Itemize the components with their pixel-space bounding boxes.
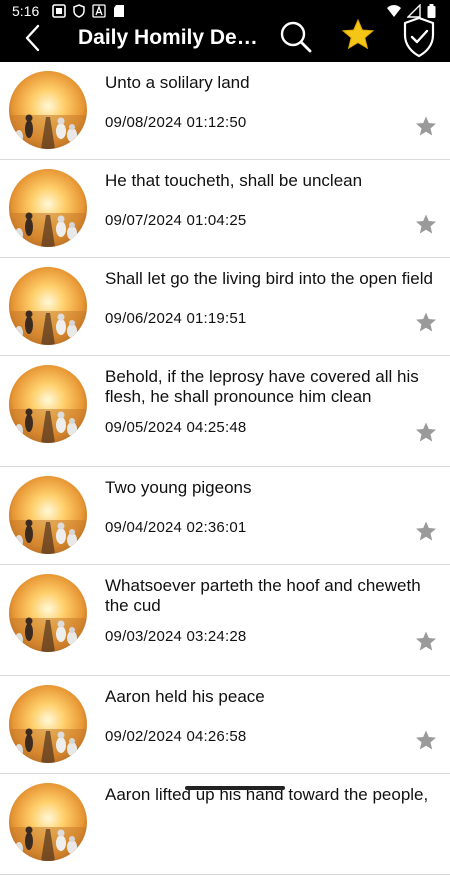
homily-thumbnail (9, 476, 87, 554)
homily-thumbnail (9, 267, 87, 345)
homily-title: Aaron held his peace (105, 687, 265, 706)
text-a-icon (92, 4, 106, 18)
favorite-star-button[interactable] (415, 729, 437, 751)
status-time: 5:16 (12, 3, 40, 19)
list-item[interactable]: Behold, if the leprosy have covered all … (0, 356, 450, 467)
favorite-star-button[interactable] (415, 311, 437, 333)
star-icon (416, 422, 436, 442)
star-icon (416, 631, 436, 651)
homily-date: 09/05/2024 04:25:48 (105, 419, 247, 436)
star-icon (416, 521, 436, 541)
star-icon (341, 18, 375, 50)
homily-date: 09/03/2024 03:24:28 (105, 628, 247, 645)
search-icon (280, 21, 312, 53)
homily-date: 09/08/2024 01:12:50 (105, 114, 247, 131)
star-icon (416, 312, 436, 332)
chevron-left-icon (25, 24, 40, 52)
homily-date: 09/02/2024 04:26:58 (105, 728, 247, 745)
homily-thumbnail (9, 169, 87, 247)
homily-title: Two young pigeons (105, 478, 252, 497)
favorite-star-button[interactable] (415, 630, 437, 652)
homily-title: Whatsoever parteth the hoof and cheweth … (105, 576, 421, 615)
homily-list: Unto a solilary land 09/08/2024 01:12:50 H… (0, 62, 450, 875)
favorite-star-button[interactable] (415, 115, 437, 137)
favorite-star-button[interactable] (415, 520, 437, 542)
homily-thumbnail (9, 685, 87, 763)
list-item[interactable]: Unto a solilary land 09/08/2024 01:12:50 (0, 62, 450, 160)
homily-title: Unto a solilary land (105, 73, 250, 92)
homily-title: Behold, if the leprosy have covered all … (105, 367, 419, 406)
list-item[interactable]: He that toucheth, shall be unclean 09/07/… (0, 160, 450, 258)
wifi-icon (387, 5, 401, 17)
homily-title: He that toucheth, shall be unclean (105, 171, 363, 190)
homily-title: Shall let go the living bird into the op… (105, 269, 433, 288)
shield-status-icon (73, 4, 85, 18)
privacy-shield-button[interactable] (400, 14, 438, 60)
homily-date: 09/04/2024 02:36:01 (105, 519, 247, 536)
list-item[interactable]: Whatsoever parteth the hoof and cheweth … (0, 565, 450, 676)
star-icon (416, 214, 436, 234)
star-icon (416, 116, 436, 136)
search-button[interactable] (278, 14, 314, 58)
app-toolbar: Daily Homily De… (0, 16, 450, 62)
homily-date: 09/06/2024 01:19:51 (105, 310, 247, 327)
page-title: Daily Homily De… (78, 26, 258, 49)
homily-thumbnail (9, 365, 87, 443)
back-button[interactable] (18, 18, 48, 58)
home-indicator (185, 786, 285, 790)
list-item[interactable]: Two young pigeons 09/04/2024 02:36:01 (0, 467, 450, 565)
gallery-icon (52, 4, 66, 18)
list-item[interactable]: Aaron held his peace 09/02/2024 04:26:58 (0, 676, 450, 774)
star-icon (416, 730, 436, 750)
favorites-button[interactable] (340, 14, 376, 58)
homily-thumbnail (9, 574, 87, 652)
homily-thumbnail (9, 71, 87, 149)
favorite-star-button[interactable] (415, 213, 437, 235)
homily-date: 09/07/2024 01:04:25 (105, 212, 247, 229)
homily-thumbnail (9, 783, 87, 861)
shield-check-icon (403, 16, 435, 58)
list-item[interactable]: Shall let go the living bird into the op… (0, 258, 450, 356)
sd-card-icon (114, 5, 124, 17)
favorite-star-button[interactable] (415, 421, 437, 443)
